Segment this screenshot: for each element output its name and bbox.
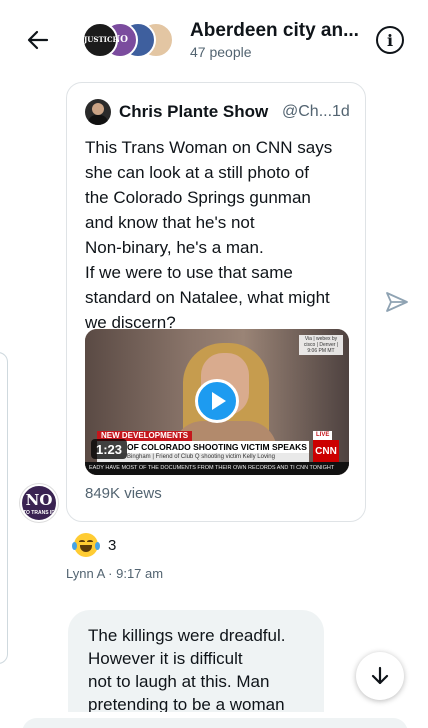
- back-button[interactable]: [22, 24, 54, 56]
- group-title[interactable]: Aberdeen city an...: [190, 20, 359, 42]
- laughing-crying-emoji-icon: [72, 533, 100, 557]
- video-network-bug: Via | webex by cisco | Denver | 9:06 PM …: [299, 335, 343, 355]
- view-count: 849K views: [85, 485, 162, 502]
- tweet-video[interactable]: Via | webex by cisco | Denver | 9:06 PM …: [85, 329, 349, 475]
- group-avatars[interactable]: NO JUSTICE: [82, 22, 176, 60]
- author-handle-time: @Ch...1d: [282, 103, 350, 120]
- share-button[interactable]: [384, 290, 410, 314]
- video-duration: 1:23: [91, 439, 127, 459]
- group-member-avatar: JUSTICE: [82, 22, 118, 58]
- message-meta: Lynn A · 9:17 am: [66, 566, 164, 581]
- tweet-text: This Trans Woman on CNN says she can loo…: [85, 138, 333, 332]
- sender-avatar[interactable]: NO TO TRANS ID: [20, 484, 58, 522]
- message-input[interactable]: [22, 718, 408, 728]
- reaction-count: 3: [108, 536, 117, 554]
- send-icon: [386, 292, 408, 312]
- author-name[interactable]: Chris Plante Show: [119, 102, 268, 122]
- shared-tweet-card[interactable]: Chris Plante Show @Ch...1d This Trans Wo…: [66, 82, 366, 522]
- message-text: The killings were dreadful. However it i…: [88, 626, 286, 714]
- chyron-headline: OF COLORADO SHOOTING VICTIM SPEAKS OUT: [97, 441, 309, 453]
- author-avatar[interactable]: [85, 99, 111, 125]
- tweet-author-row: Chris Plante Show @Ch...1d: [85, 99, 353, 127]
- member-count: 47 people: [190, 44, 252, 60]
- message-bubble[interactable]: The killings were dreadful. However it i…: [68, 610, 324, 728]
- message-reaction[interactable]: 3: [72, 532, 117, 558]
- chyron-sub: Bingham | Friend of Club Q shooting vict…: [97, 453, 309, 462]
- play-icon[interactable]: [195, 379, 239, 423]
- info-icon[interactable]: i: [376, 26, 404, 54]
- side-panel-handle[interactable]: [0, 352, 8, 664]
- live-badge: LIVE: [313, 431, 333, 440]
- news-ticker: EADY HAVE MOST OF THE DOCUMENTS FROM THE…: [85, 462, 349, 475]
- back-arrow-icon: [27, 30, 49, 50]
- scroll-to-bottom-button[interactable]: [356, 652, 404, 700]
- arrow-down-icon: [371, 666, 389, 685]
- cnn-logo: CNN: [313, 440, 339, 462]
- conversation-header: NO JUSTICE Aberdeen city an... 47 people…: [0, 0, 428, 78]
